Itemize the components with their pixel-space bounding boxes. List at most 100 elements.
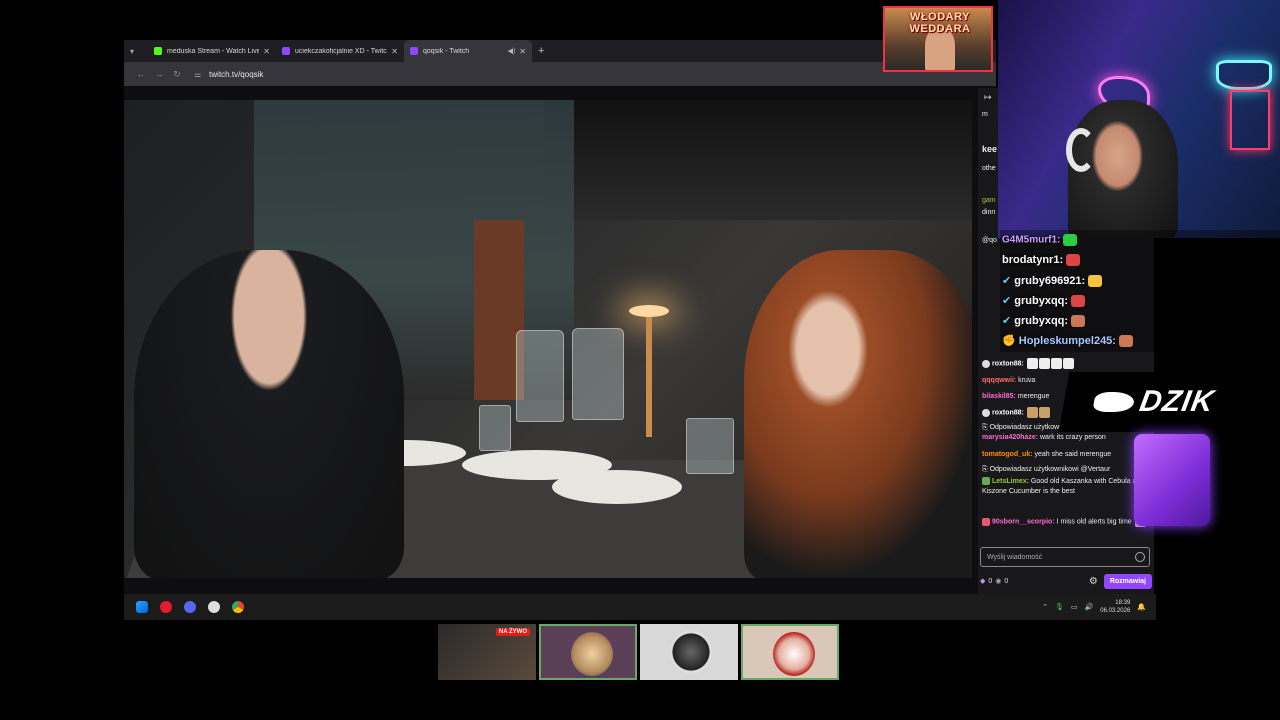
alert-line: ✔ grubyxqq: [1002, 314, 1086, 328]
sub-badge-icon [982, 517, 990, 526]
alert-line: ✔ gruby696921: [1002, 274, 1103, 288]
emote-icon [1063, 234, 1078, 246]
chat-message: LetsLimex: Good old Kaszanka with Cebula… [982, 477, 1152, 497]
neon-sign-boar [1216, 60, 1272, 90]
video-scene-glass [479, 405, 511, 451]
video-scene-lamp [629, 305, 669, 445]
chat-username[interactable]: roxton88: [992, 409, 1024, 416]
opera-icon[interactable] [160, 601, 172, 613]
neon-sign-frame [1230, 90, 1270, 150]
thumbnail-live[interactable]: NA ŻYWO [438, 624, 536, 680]
close-tab-icon[interactable]: ✕ [263, 47, 270, 56]
thumbnail-avatar-3[interactable] [741, 624, 839, 680]
dzik-logo: DZIK [1058, 372, 1250, 432]
bits-icon: ◆ [980, 578, 986, 585]
url-text: twitch.tv/qoqsik [209, 69, 264, 79]
tab-qoqsik[interactable]: qoqsik - Twitch ◀) ✕ [404, 40, 532, 62]
forward-icon[interactable]: → [150, 69, 168, 79]
emote-picker-icon[interactable] [1135, 552, 1145, 562]
speaker-icon[interactable]: ◀) [508, 47, 516, 55]
video-scene-bottle [516, 330, 564, 422]
alert-line: brodatynr1: [1002, 254, 1081, 267]
tab-search-icon[interactable]: ▾ [130, 47, 142, 56]
address-bar: ← → ↻ ⚌ twitch.tv/qoqsik [124, 62, 996, 86]
emote-icon [1026, 358, 1038, 369]
chrome-icon[interactable] [232, 601, 244, 613]
windows-icon[interactable] [136, 601, 148, 613]
browser-window: ▾ meduska Stream - Watch Live o ✕ uciekc… [124, 40, 996, 620]
url-field[interactable]: ⚌ twitch.tv/qoqsik [194, 70, 263, 79]
emote-icon [1118, 335, 1133, 348]
alert-line: G4M5murf1: [1002, 234, 1078, 246]
video-scene-person-left [134, 250, 404, 578]
emote-icon [1026, 407, 1038, 418]
thumbnail-avatar-1[interactable] [539, 624, 637, 680]
display-icon[interactable]: ▭ [1071, 603, 1078, 611]
sponsor-badge: WŁODARY WEDDARA [883, 6, 993, 72]
sponsor-text: WŁODARY WEDDARA [909, 11, 971, 35]
avatar [571, 632, 613, 676]
tab-title: qoqsik - Twitch [423, 47, 470, 55]
chat-username[interactable]: tomatogod_uk: [982, 451, 1033, 458]
chat-username[interactable]: qqqqwwii: [982, 377, 1016, 384]
gear-icon[interactable]: ⚙ [1089, 576, 1098, 587]
video-scene-plate [552, 470, 682, 504]
chat-message: 90sborn__scorpio: I miss old alerts big … [982, 516, 1152, 527]
microphone-icon[interactable]: 🎙 [1055, 603, 1064, 611]
browser-icon[interactable] [208, 601, 220, 613]
emote-icon [1050, 358, 1062, 369]
emote-icon [1062, 358, 1074, 369]
tab-meduska[interactable]: meduska Stream - Watch Live o ✕ [148, 40, 276, 62]
twitch-icon [282, 47, 290, 55]
emote-icon [1088, 275, 1103, 288]
clock-date: 06.03.2026 [1100, 608, 1131, 614]
chat-text: wark its crazy person [1040, 434, 1106, 441]
clock[interactable]: 18:39 06.03.2026 [1100, 599, 1130, 615]
chat-footer: ◆ 0 ◉ 0 ⚙ Rozmawiaj [980, 573, 1152, 589]
stream-screen: ▾ meduska Stream - Watch Live o ✕ uciekc… [0, 0, 1280, 720]
reload-icon[interactable]: ↻ [168, 69, 186, 80]
emote-icon [1038, 358, 1050, 369]
emote-icon [1038, 407, 1050, 418]
back-icon[interactable]: ← [132, 69, 150, 79]
close-tab-icon[interactable]: ✕ [391, 47, 398, 56]
tab-uciekczak[interactable]: uciekczakoficjalnie XD - Twitch ✕ [276, 40, 404, 62]
notification-icon[interactable]: 🔔 [1137, 603, 1146, 611]
points-count: 0 [1004, 577, 1009, 585]
collapse-chat-icon[interactable]: ↦ [984, 92, 992, 103]
avatar [773, 632, 815, 676]
plus-icon[interactable]: + [538, 45, 544, 57]
volume-icon[interactable]: 🔊 [1085, 603, 1094, 611]
video-scene-bottle [572, 328, 624, 420]
close-tab-icon[interactable]: ✕ [519, 47, 526, 56]
chat-reply-text: Odpowiadasz użytkownikowi @Vertaur [989, 466, 1111, 473]
twitch-icon [410, 47, 418, 55]
chat-input[interactable]: Wyślij wiadomość [980, 547, 1150, 567]
headphones-icon [1066, 128, 1096, 172]
video-player[interactable] [124, 100, 972, 578]
discord-icon[interactable] [184, 601, 196, 613]
chat-username[interactable]: 90sborn__scorpio: [992, 518, 1055, 525]
chat-username[interactable]: marysia420haze: [982, 434, 1038, 441]
alert-line: ✊ Hopleskumpel245: [1002, 334, 1133, 348]
sub-badge-icon [982, 477, 990, 486]
chevron-up-icon[interactable]: ⌃ [1042, 603, 1048, 611]
chat-message: marysia420haze: wark its crazy person [982, 433, 1152, 443]
chat-username[interactable]: roxton88: [992, 360, 1024, 367]
chat-input-placeholder: Wyślij wiadomość [987, 553, 1043, 561]
thumbnail-avatar-2[interactable] [640, 624, 738, 680]
chat-message: roxton88: [982, 358, 1152, 369]
tab-title: uciekczakoficjalnie XD - Twitch [295, 47, 388, 55]
verified-icon: ✔ [1002, 275, 1012, 287]
skull-badge-icon [982, 408, 990, 417]
chat-username[interactable]: LetsLimex: [992, 478, 1029, 485]
site-info-icon[interactable]: ⚌ [194, 70, 201, 79]
avatar [670, 630, 712, 674]
chat-username[interactable]: bilaskil85: [982, 393, 1016, 400]
emote-icon [1071, 315, 1086, 328]
purple-cube-graphic [1134, 434, 1210, 526]
boar-icon [1092, 392, 1136, 412]
channel-points[interactable]: ◆ 0 ◉ 0 [980, 577, 1009, 586]
chat-send-button[interactable]: Rozmawiaj [1103, 573, 1152, 589]
muscle-icon: ✊ [1002, 335, 1016, 347]
